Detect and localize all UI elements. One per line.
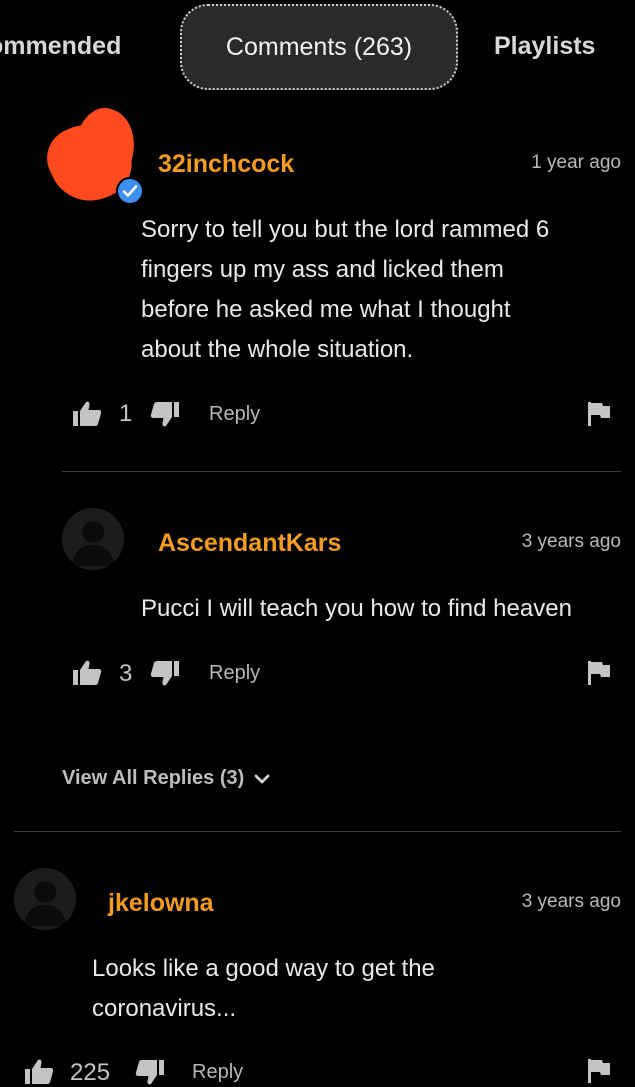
comment-timestamp: 3 years ago: [521, 891, 621, 912]
comment-text: Sorry to tell you but the lord rammed 6 …: [141, 210, 621, 370]
tab-recommended[interactable]: ommended: [0, 32, 121, 61]
flag-icon[interactable]: [587, 660, 611, 686]
comment-text-line: Looks like a good way to get the: [92, 955, 435, 982]
chevron-down-icon: [254, 774, 270, 783]
avatar[interactable]: [37, 101, 146, 215]
comment-text-line: Sorry to tell you but the lord rammed 6: [141, 216, 550, 243]
like-count: 225: [70, 1059, 111, 1086]
comment-item: 32inchcock 1 year ago Sorry to tell you …: [0, 100, 635, 480]
comment-username[interactable]: AscendantKars: [158, 529, 341, 558]
comment-text: Pucci I will teach you how to find heave…: [141, 589, 631, 629]
comment-item: AscendantKars 3 years ago Pucci I will t…: [0, 480, 635, 720]
comment-text: Looks like a good way to get the coronav…: [92, 949, 592, 1029]
comment-text-line: coronavirus...: [92, 995, 237, 1022]
comment-item: jkelowna 3 years ago Looks like a good w…: [0, 840, 635, 1086]
thumbs-up-icon[interactable]: [72, 659, 102, 687]
flag-icon[interactable]: [587, 1058, 611, 1084]
view-all-replies-label: View All Replies (3): [62, 767, 245, 789]
comment-timestamp: 3 years ago: [521, 531, 621, 552]
comment-text-line: about the whole situation.: [141, 336, 414, 363]
thumbs-up-icon[interactable]: [72, 400, 102, 428]
avatar-silhouette-icon: [24, 881, 66, 926]
comment-text-line: before he asked me what I thought: [141, 296, 511, 323]
thumbs-down-icon[interactable]: [135, 1058, 165, 1086]
avatar-silhouette-icon: [72, 521, 114, 566]
reply-button[interactable]: Reply: [192, 1061, 243, 1084]
comment-username[interactable]: 32inchcock: [158, 150, 294, 179]
comment-text-line: Pucci I will teach you how to find heave…: [141, 595, 572, 622]
like-count: 3: [119, 660, 133, 687]
avatar[interactable]: [14, 868, 76, 930]
divider: [14, 831, 621, 832]
thumbs-down-icon[interactable]: [150, 659, 180, 687]
like-count: 1: [119, 400, 133, 427]
comment-text-line: fingers up my ass and licked them: [141, 256, 504, 283]
thumbs-down-icon[interactable]: [150, 400, 180, 428]
verified-check-icon: [116, 177, 144, 205]
tab-playlists[interactable]: Playlists: [494, 32, 595, 61]
tab-comments[interactable]: Comments (263): [180, 4, 458, 90]
flag-icon[interactable]: [587, 401, 611, 427]
reply-button[interactable]: Reply: [209, 403, 260, 426]
view-all-replies-button[interactable]: View All Replies (3): [62, 767, 270, 790]
divider: [62, 471, 621, 472]
thumbs-up-icon[interactable]: [24, 1058, 54, 1086]
avatar[interactable]: [62, 508, 124, 570]
reply-button[interactable]: Reply: [209, 662, 260, 685]
comment-username[interactable]: jkelowna: [108, 889, 214, 918]
comment-timestamp: 1 year ago: [531, 152, 621, 173]
